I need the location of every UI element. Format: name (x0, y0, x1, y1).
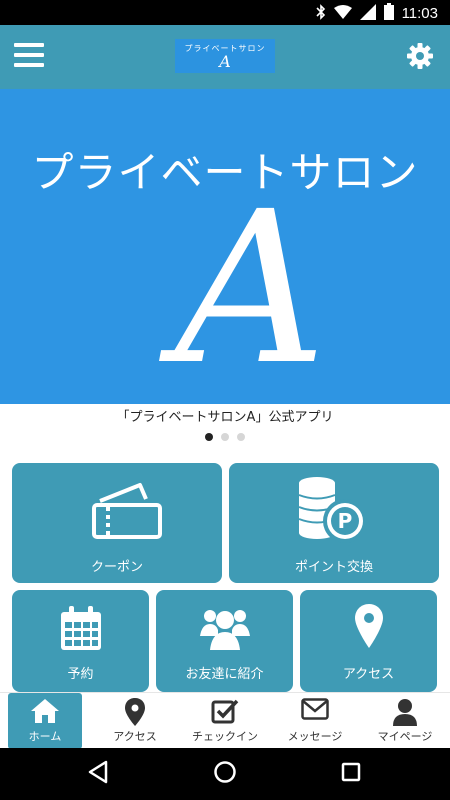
home-system-button[interactable] (213, 760, 237, 788)
nav-mypage[interactable]: マイページ (368, 693, 442, 749)
map-pin-icon (355, 604, 383, 648)
access-label: アクセス (342, 667, 395, 682)
points-tile[interactable]: P ポイント交換 (229, 463, 439, 583)
nav-access[interactable]: アクセス (98, 693, 172, 749)
settings-button[interactable] (406, 42, 434, 70)
menu-button[interactable] (14, 43, 44, 69)
home-icon (31, 699, 59, 723)
ticket-icon (92, 483, 162, 539)
nav-checkin[interactable]: チェックイン (188, 693, 262, 749)
reserve-tile[interactable]: 予約 (12, 590, 149, 692)
status-bar: 11:03 (0, 0, 450, 25)
nav-message[interactable]: メッセージ (278, 693, 352, 749)
banner-caption: 「プライベートサロンA」公式アプリ (116, 410, 334, 425)
back-icon (88, 760, 108, 784)
square-icon (341, 762, 361, 782)
calendar-icon (61, 606, 101, 650)
coupon-label: クーポン (90, 560, 143, 575)
invite-label: お友達に紹介 (185, 667, 264, 682)
coins-points-icon: P (298, 477, 367, 543)
recents-button[interactable] (341, 762, 361, 786)
coupon-tile[interactable]: クーポン (12, 463, 222, 583)
access-tile[interactable]: アクセス (300, 590, 437, 692)
user-icon (393, 699, 417, 726)
battery-icon (383, 3, 394, 24)
back-button[interactable] (87, 760, 109, 788)
envelope-icon (301, 698, 329, 720)
signal-icon (359, 3, 376, 24)
bottom-nav: ホーム アクセス チェックイン メッセージ マイページ (0, 692, 450, 749)
header-logo: プライベートサロン A (175, 39, 275, 73)
nav-home[interactable]: ホーム (8, 693, 82, 749)
menu-icon (14, 43, 44, 47)
users-icon (200, 610, 250, 650)
carousel-dot-1[interactable] (205, 433, 213, 441)
points-label: ポイント交換 (294, 560, 373, 575)
hero-banner[interactable]: プライベートサロン A (0, 89, 450, 404)
bluetooth-icon (315, 3, 326, 24)
carousel-dot-2[interactable] (221, 433, 229, 441)
checkbox-icon (211, 699, 239, 724)
system-nav-bar (0, 748, 450, 800)
app-header: プライベートサロン A (0, 25, 450, 89)
hero-letter: A (175, 166, 327, 411)
svg-text:P: P (338, 509, 353, 533)
carousel-dot-3[interactable] (237, 433, 245, 441)
status-time: 11:03 (401, 5, 438, 22)
invite-tile[interactable]: お友達に紹介 (156, 590, 293, 692)
wifi-icon (333, 4, 352, 23)
map-pin-icon (125, 698, 145, 726)
carousel-indicator (0, 433, 450, 441)
reserve-label: 予約 (67, 667, 94, 682)
circle-icon (214, 761, 236, 783)
gear-icon (407, 43, 433, 69)
